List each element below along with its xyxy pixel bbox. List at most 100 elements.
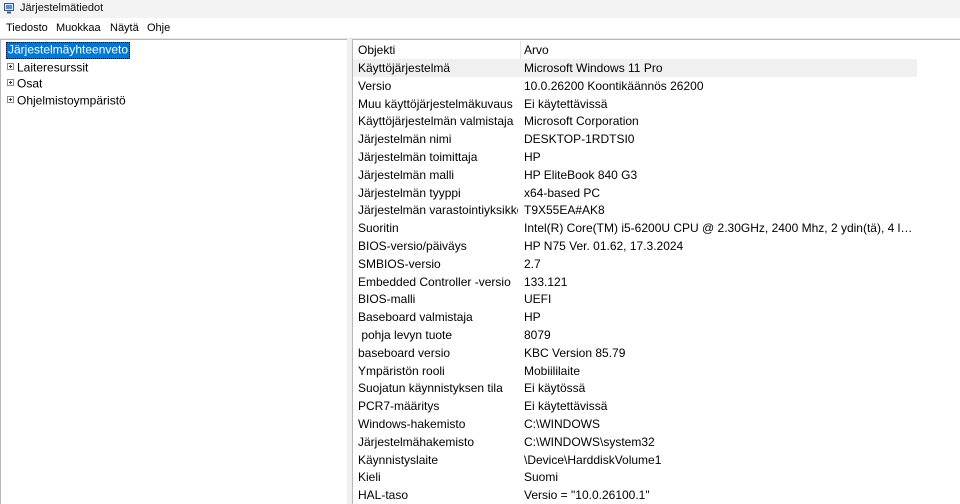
cell-value: Intel(R) Core(TM) i5-6200U CPU @ 2.30GHz… (524, 221, 914, 236)
tree-item-system-summary[interactable]: Järjestelmäyhteenveto (6, 42, 131, 59)
table-row[interactable]: Kieli Suomi (353, 468, 917, 486)
cell-value: Microsoft Corporation (524, 114, 639, 129)
table-row[interactable]: Käynnistyslaite \Device\HarddiskVolume1 (353, 451, 917, 469)
cell-item: Järjestelmähakemisto (358, 434, 475, 449)
cell-value: 8079 (524, 328, 551, 342)
table-row[interactable]: HAL-taso Versio = "10.0.26100.1" (353, 486, 917, 504)
cell-item: SMBIOS-versio (358, 256, 441, 271)
menu-bar: Tiedosto Muokkaa Näytä Ohje (0, 18, 960, 38)
cell-value: Suomi (524, 470, 559, 485)
cell-value: C:\WINDOWS\system32 (524, 434, 655, 449)
menu-view[interactable]: Näytä (110, 20, 139, 36)
cell-item: Suojatun käynnistyksen tila (358, 381, 503, 396)
table-row[interactable]: Baseboard valmistaja HP (353, 308, 917, 326)
expand-icon[interactable] (7, 63, 14, 71)
table-row[interactable]: BIOS-versio/päiväys HP N75 Ver. 01.62, 17… (353, 237, 917, 255)
cell-value: 133.121 (524, 274, 568, 289)
table-row[interactable]: Suoritin Intel(R) Core(TM) i5-6200U CPU @… (353, 219, 917, 237)
cell-value: Ei käytettävissä (524, 399, 608, 414)
table-row[interactable]: Ympäristön rooli Mobiililaite (353, 362, 917, 380)
cell-item: Järjestelmän toimittaja (358, 150, 478, 164)
menu-edit[interactable]: Muokkaa (56, 20, 101, 36)
cell-value: Microsoft Windows 11 Pro (524, 61, 663, 75)
cell-value: Ei käytettävissä (524, 96, 608, 111)
cell-item: Kieli (358, 470, 381, 485)
tree-item-software-environment[interactable]: Ohjelmistoympäristö (7, 93, 126, 108)
cell-item: BIOS-malli (358, 292, 416, 307)
table-row[interactable]: Järjestelmän malli HP EliteBook 840 G3 (353, 166, 917, 184)
cell-item: Järjestelmän tyyppi (358, 185, 461, 200)
expand-icon[interactable] (7, 96, 14, 104)
cell-value: x64-based PC (524, 185, 601, 200)
table-row[interactable]: PCR7-määritys Ei käytettävissä (353, 397, 917, 415)
cell-item: Käyttöjärjestelmä (358, 61, 451, 75)
cell-value: T9X55EA#AK8 (524, 203, 605, 218)
cell-item: Suoritin (358, 221, 399, 236)
table-row[interactable]: Versio 10.0.26200 Koontikäännös 26200 (353, 77, 917, 95)
cell-item: Ympäristön rooli (358, 363, 445, 378)
cell-item: Muu käyttöjärjestelmäkuvaus (358, 96, 513, 111)
cell-value: 2.7 (524, 256, 541, 271)
column-header-item[interactable]: Objekti (358, 43, 518, 57)
cell-value: HP (524, 150, 541, 164)
cell-value: \Device\HarddiskVolume1 (524, 452, 662, 467)
details-list[interactable]: Objekti Arvo Käyttöjärjestelmä Microsoft … (352, 39, 960, 504)
cell-item: baseboard versio (358, 345, 451, 360)
cell-item: Embedded Controller -versio (358, 274, 511, 289)
table-row[interactable]: Järjestelmähakemisto C:\WINDOWS\system32 (353, 433, 917, 451)
tree-item-label: Laiteresurssit (17, 60, 89, 75)
cell-value: HP N75 Ver. 01.62, 17.3.2024 (524, 239, 684, 253)
tree-item-components[interactable]: Osat (7, 76, 42, 91)
cell-item: PCR7-määritys (358, 399, 440, 414)
tree-item-label: Osat (17, 76, 43, 91)
table-row[interactable]: Järjestelmän varastointiyksikkö T9X55EA#A… (353, 201, 917, 219)
cell-item: Järjestelmän varastointiyksikkö (358, 203, 518, 218)
cell-item: Versio (358, 78, 392, 93)
cell-item: Käynnistyslaite (358, 452, 439, 467)
menu-help[interactable]: Ohje (147, 20, 170, 36)
table-row[interactable]: Käyttöjärjestelmän valmistaja Microsoft C… (353, 112, 917, 130)
window-title: Järjestelmätiedot (20, 2, 104, 14)
cell-value: KBC Version 85.79 (524, 345, 626, 360)
system-information-icon (4, 3, 14, 14)
cell-value: C:\WINDOWS (524, 417, 600, 431)
cell-item: Baseboard valmistaja (358, 310, 473, 325)
tree-item-label: Ohjelmistoympäristö (17, 93, 126, 108)
cell-item: pohja levyn tuote (358, 328, 453, 342)
menu-file[interactable]: Tiedosto (6, 20, 48, 36)
column-header-value[interactable]: Arvo (524, 43, 914, 57)
table-row[interactable]: Embedded Controller -versio 133.121 (353, 273, 917, 291)
cell-item: Järjestelmän nimi (358, 132, 452, 147)
table-row[interactable]: Järjestelmän toimittaja HP (353, 148, 917, 166)
title-bar: Järjestelmätiedot (0, 0, 960, 18)
cell-value: HP EliteBook 840 G3 (524, 167, 638, 182)
cell-item: Käyttöjärjestelmän valmistaja (358, 114, 514, 129)
tree-item-hardware-resources[interactable]: Laiteresurssit (7, 60, 88, 75)
table-row[interactable]: SMBIOS-versio 2.7 (353, 255, 917, 273)
table-row[interactable]: Käyttöjärjestelmä Microsoft Windows 11 Pr… (353, 59, 917, 77)
table-row[interactable]: baseboard versio KBC Version 85.79 (353, 344, 917, 362)
cell-item: HAL-taso (358, 488, 409, 503)
cell-value: Mobiililaite (524, 363, 581, 378)
cell-item: BIOS-versio/päiväys (358, 239, 467, 253)
cell-value: Versio = "10.0.26100.1" (524, 488, 650, 503)
table-row[interactable]: BIOS-malli UEFI (353, 290, 917, 308)
table-row[interactable]: Järjestelmän tyyppi x64-based PC (353, 184, 917, 202)
column-divider[interactable] (520, 41, 521, 59)
cell-value: HP (524, 310, 541, 325)
table-row[interactable]: Järjestelmän nimi DESKTOP-1RDTSI0 (353, 130, 917, 148)
category-tree[interactable]: Järjestelmäyhteenveto Laiteresurssit Osa… (0, 39, 347, 504)
cell-item: Järjestelmän malli (358, 167, 455, 182)
table-row[interactable]: Muu käyttöjärjestelmäkuvaus Ei käytettävi… (353, 95, 917, 113)
cell-value: UEFI (524, 292, 552, 307)
table-row[interactable]: Windows-hakemisto C:\WINDOWS (353, 415, 917, 433)
table-row[interactable]: Suojatun käynnistyksen tila Ei käytössä (353, 379, 917, 397)
cell-value: Ei käytössä (524, 381, 586, 396)
cell-value: 10.0.26200 Koontikäännös 26200 (524, 78, 704, 93)
tree-item-label: Järjestelmäyhteenveto (8, 42, 129, 57)
column-header-row: Objekti Arvo (353, 41, 917, 59)
table-row[interactable]: pohja levyn tuote 8079 (353, 326, 917, 344)
expand-icon[interactable] (7, 79, 14, 87)
cell-item: Windows-hakemisto (358, 417, 466, 431)
cell-value: DESKTOP-1RDTSI0 (524, 132, 635, 147)
